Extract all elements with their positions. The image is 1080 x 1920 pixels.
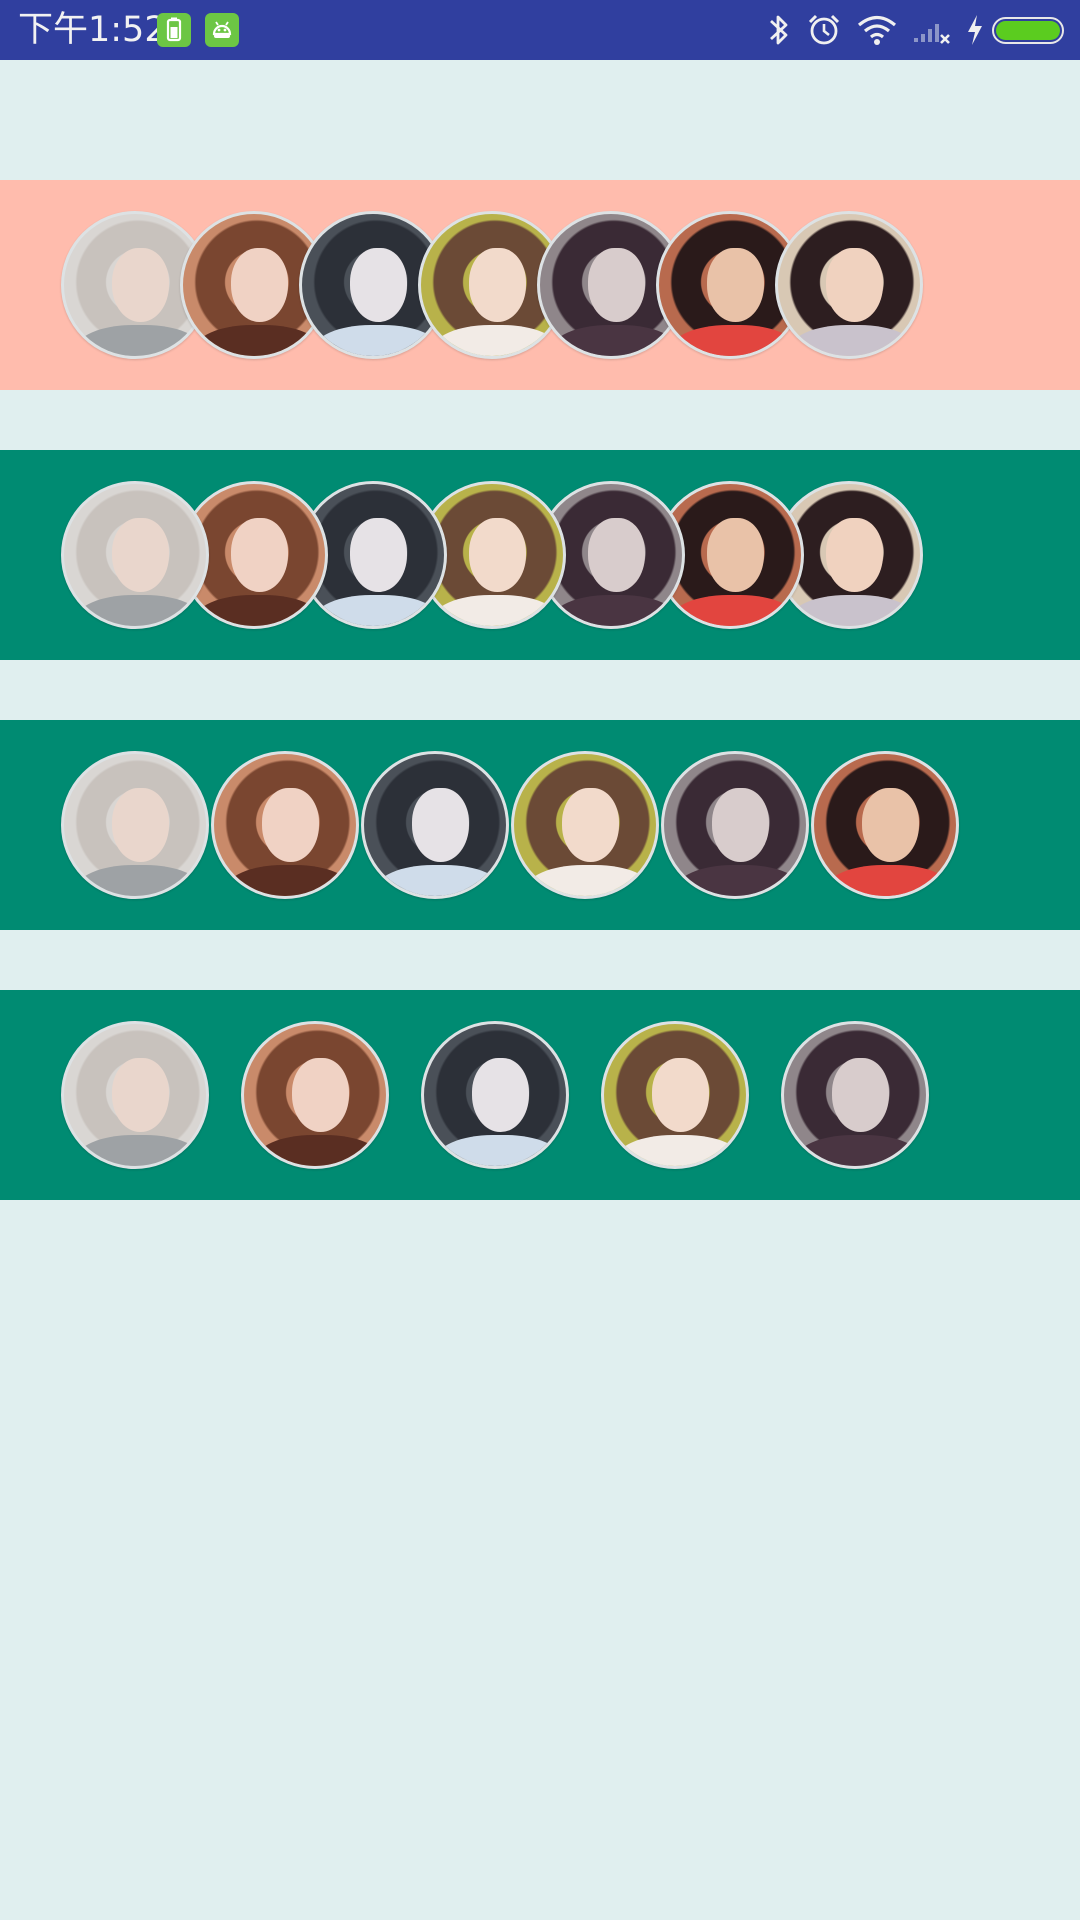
avatar-face xyxy=(112,1058,170,1132)
avatar-face xyxy=(826,518,884,592)
avatar-2 xyxy=(241,1021,389,1169)
avatar-row-overlap-right xyxy=(0,450,1080,660)
avatar-5 xyxy=(661,751,809,899)
avatar-face xyxy=(350,248,408,322)
avatar-face xyxy=(472,1058,530,1132)
avatar-face xyxy=(231,518,289,592)
avatar-face xyxy=(832,1058,890,1132)
avatar-face xyxy=(469,518,527,592)
avatar-face xyxy=(231,248,289,322)
avatar-face xyxy=(469,248,527,322)
avatar-face xyxy=(826,248,884,322)
battery-app-icon xyxy=(157,13,191,47)
avatar-face xyxy=(112,788,170,862)
avatar-face xyxy=(712,788,770,862)
avatar-1 xyxy=(61,751,209,899)
avatar-4 xyxy=(511,751,659,899)
avatar-6 xyxy=(811,751,959,899)
bluetooth-icon xyxy=(770,15,788,45)
avatar-face xyxy=(707,248,765,322)
signal-no-sim-icon xyxy=(914,24,950,44)
alarm-icon xyxy=(808,14,840,45)
charging-icon xyxy=(968,15,982,45)
avatar-4 xyxy=(601,1021,749,1169)
avatar-row-spaced xyxy=(0,990,1080,1200)
avatar-face xyxy=(562,788,620,862)
avatar-1 xyxy=(61,1021,209,1169)
battery-level xyxy=(996,21,1060,40)
avatar-3 xyxy=(421,1021,569,1169)
avatar-3 xyxy=(361,751,509,899)
avatar-row-touching xyxy=(0,720,1080,930)
avatar-face xyxy=(112,518,170,592)
avatar-face xyxy=(588,248,646,322)
avatar-face xyxy=(707,518,765,592)
avatar-face xyxy=(350,518,408,592)
wifi-icon xyxy=(857,15,897,45)
avatar-1 xyxy=(61,481,209,629)
battery-icon xyxy=(992,17,1064,44)
avatar-face xyxy=(588,518,646,592)
status-bar: 下午1:52 xyxy=(0,0,1080,60)
avatar-5 xyxy=(781,1021,929,1169)
avatar-7 xyxy=(775,211,923,359)
avatar-row-overlap-left xyxy=(0,180,1080,390)
avatar-face xyxy=(652,1058,710,1132)
avatar-face xyxy=(862,788,920,862)
avatar-face xyxy=(292,1058,350,1132)
avatar-2 xyxy=(211,751,359,899)
avatar-face xyxy=(412,788,470,862)
android-app-icon xyxy=(205,13,239,47)
status-time: 下午1:52 xyxy=(18,10,167,50)
avatar-face xyxy=(112,248,170,322)
avatar-face xyxy=(262,788,320,862)
